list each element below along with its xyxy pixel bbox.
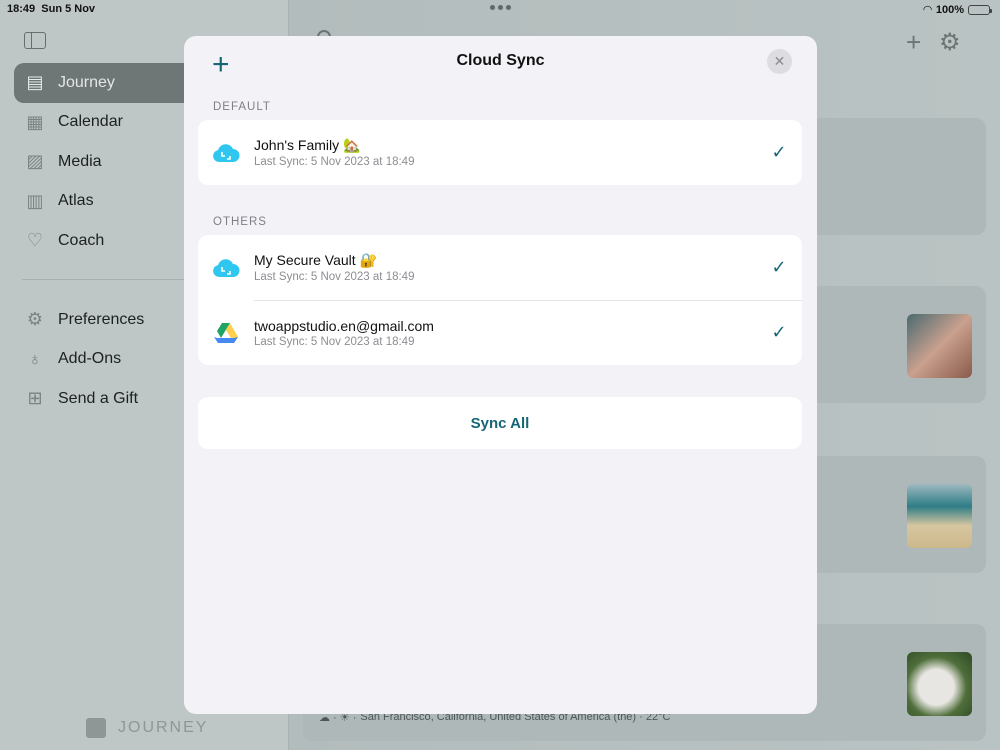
section-label-others: OTHERS (213, 216, 267, 228)
wifi-icon: ◠ (923, 4, 932, 16)
default-accounts-group: John's Family 🏡 Last Sync: 5 Nov 2023 at… (198, 120, 802, 185)
heart-icon: ♡ (26, 230, 44, 251)
cloud-sync-modal: + Cloud Sync ✕ DEFAULT John's Family 🏡 L… (184, 36, 817, 714)
last-sync: Last Sync: 5 Nov 2023 at 18:49 (254, 271, 415, 283)
status-time: 18:49 Sun 5 Nov (7, 3, 96, 15)
account-name: twoappstudio.en@gmail.com (254, 317, 434, 334)
entry-photo (907, 484, 972, 548)
sidebar-item-label: Add-Ons (58, 350, 122, 368)
sidebar-item-label: Journey (58, 73, 115, 91)
brand-logo: JOURNEY (86, 718, 208, 738)
google-drive-icon (198, 322, 254, 344)
close-icon: ✕ (773, 53, 786, 69)
journey-logo-icon (86, 718, 106, 738)
gift-icon: ⊞ (27, 388, 43, 409)
calendar-icon: ▦ (26, 111, 44, 132)
sidebar-item-label: Preferences (58, 310, 145, 328)
account-name: John's Family 🏡 (254, 137, 361, 153)
sidebar-item-label: Atlas (58, 192, 94, 210)
multitasking-dots-icon[interactable] (490, 5, 511, 10)
last-sync: Last Sync: 5 Nov 2023 at 18:49 (254, 335, 415, 348)
checkmark-icon: ✓ (771, 322, 787, 342)
journey-cloud-icon (198, 143, 254, 163)
account-row[interactable]: twoappstudio.en@gmail.com Last Sync: 5 N… (198, 300, 802, 365)
sidebar-item-label: Coach (58, 231, 105, 249)
checkmark-icon: ✓ (771, 142, 787, 162)
entry-photo (907, 652, 972, 716)
section-label-default: DEFAULT (213, 101, 271, 113)
status-indicators: ◠ 100% (923, 3, 992, 16)
modal-title: Cloud Sync (456, 52, 545, 69)
add-entry-icon[interactable]: + (906, 27, 921, 58)
award-icon: ♁ (28, 348, 42, 369)
sidebar-toggle-icon[interactable] (24, 32, 46, 49)
sync-all-button[interactable]: Sync All (198, 397, 802, 449)
last-sync: Last Sync: 5 Nov 2023 at 18:49 (254, 156, 415, 168)
journey-cloud-icon (198, 258, 254, 278)
photo-icon: ▨ (26, 151, 44, 172)
checkmark-icon: ✓ (771, 257, 787, 277)
sidebar-item-label: Media (58, 152, 102, 170)
entry-photo (907, 314, 972, 378)
account-name: My Secure Vault 🔐 (254, 252, 377, 268)
gear-icon: ⚙ (26, 309, 44, 330)
close-button[interactable]: ✕ (767, 49, 792, 74)
account-row[interactable]: My Secure Vault 🔐 Last Sync: 5 Nov 2023 … (198, 235, 802, 300)
journal-icon: ▤ (26, 72, 44, 93)
battery-icon (968, 4, 992, 15)
map-icon: ▥ (26, 190, 44, 211)
sidebar-item-label: Calendar (58, 113, 123, 131)
settings-icon[interactable]: ⚙ (939, 28, 961, 57)
account-row[interactable]: John's Family 🏡 Last Sync: 5 Nov 2023 at… (198, 120, 802, 185)
sidebar-item-label: Send a Gift (58, 389, 139, 407)
other-accounts-group: My Secure Vault 🔐 Last Sync: 5 Nov 2023 … (198, 235, 802, 365)
